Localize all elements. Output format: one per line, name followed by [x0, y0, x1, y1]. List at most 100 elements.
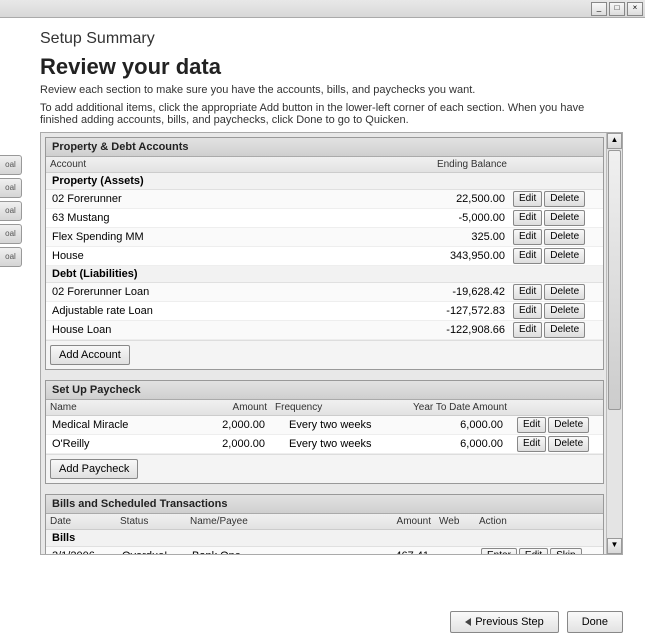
property-debt-panel: Property & Debt Accounts Account Ending …: [45, 137, 604, 370]
account-name: 63 Mustang: [46, 211, 401, 225]
paycheck-frequency: Every two weeks: [271, 437, 391, 451]
account-name: 02 Forerunner Loan: [46, 285, 401, 299]
delete-button[interactable]: Delete: [544, 229, 585, 245]
paycheck-frequency: Every two weeks: [271, 418, 391, 432]
edit-button[interactable]: Edit: [513, 248, 542, 264]
paycheck-row: Medical Miracle 2,000.00 Every two weeks…: [46, 416, 603, 435]
previous-step-label: Previous Step: [475, 616, 543, 628]
triangle-left-icon: [465, 618, 471, 626]
edit-button[interactable]: Edit: [517, 436, 546, 452]
edit-button[interactable]: Edit: [513, 229, 542, 245]
edit-button[interactable]: Edit: [513, 303, 542, 319]
delete-button[interactable]: Delete: [548, 436, 589, 452]
account-balance: 343,950.00: [401, 249, 511, 263]
paycheck-amount: 2,000.00: [191, 437, 271, 451]
edit-button[interactable]: Edit: [513, 322, 542, 338]
account-name: 02 Forerunner: [46, 192, 401, 206]
bill-payee: Bank One: [186, 549, 355, 555]
account-row: Adjustable rate Loan -127,572.83 EditDel…: [46, 302, 603, 321]
edit-button[interactable]: Edit: [513, 191, 542, 207]
account-name: Flex Spending MM: [46, 230, 401, 244]
account-name: House: [46, 249, 401, 263]
paycheck-row: O'Reilly 2,000.00 Every two weeks 6,000.…: [46, 435, 603, 454]
bills-subheader: Bills: [46, 530, 603, 547]
delete-button[interactable]: Delete: [548, 417, 589, 433]
side-tab[interactable]: oal: [0, 178, 22, 198]
previous-step-button[interactable]: Previous Step: [450, 611, 558, 633]
window-titlebar: _ □ ×: [0, 0, 645, 18]
bills-panel: Bills and Scheduled Transactions Date St…: [45, 494, 604, 555]
maximize-button[interactable]: □: [609, 2, 625, 16]
delete-button[interactable]: Delete: [544, 210, 585, 226]
scroll-thumb[interactable]: [608, 150, 621, 410]
account-balance: -19,628.42: [401, 285, 511, 299]
side-tab[interactable]: oal: [0, 155, 22, 175]
side-tab[interactable]: oal: [0, 224, 22, 244]
delete-button[interactable]: Delete: [544, 191, 585, 207]
delete-button[interactable]: Delete: [544, 303, 585, 319]
col-date: Date: [46, 514, 116, 529]
panel-header: Bills and Scheduled Transactions: [46, 495, 603, 514]
account-row: 63 Mustang -5,000.00 EditDelete: [46, 209, 603, 228]
close-button[interactable]: ×: [627, 2, 643, 16]
bill-date: 3/1/2006: [46, 549, 116, 555]
paycheck-name: Medical Miracle: [46, 418, 191, 432]
delete-button[interactable]: Delete: [544, 322, 585, 338]
paycheck-ytd: 6,000.00: [391, 418, 511, 432]
skip-button[interactable]: Skip: [550, 548, 581, 555]
delete-button[interactable]: Delete: [544, 248, 585, 264]
account-row: Flex Spending MM 325.00 EditDelete: [46, 228, 603, 247]
col-name: Name: [46, 400, 191, 415]
scroll-down-button[interactable]: ▼: [607, 538, 622, 554]
accounts-grid-header: Account Ending Balance: [46, 157, 603, 173]
edit-button[interactable]: Edit: [513, 210, 542, 226]
side-tab[interactable]: oal: [0, 201, 22, 221]
col-frequency: Frequency: [271, 400, 391, 415]
account-row: House 343,950.00 EditDelete: [46, 247, 603, 266]
page-subtitle: Setup Summary: [40, 30, 623, 48]
page-title: Review your data: [40, 54, 623, 80]
panel-header: Set Up Paycheck: [46, 381, 603, 400]
enter-button[interactable]: Enter: [481, 548, 517, 555]
col-ytd: Year To Date Amount: [391, 400, 511, 415]
account-row: 02 Forerunner Loan -19,628.42 EditDelete: [46, 283, 603, 302]
account-row: 02 Forerunner 22,500.00 EditDelete: [46, 190, 603, 209]
page-desc-1: Review each section to make sure you hav…: [40, 84, 623, 96]
minimize-button[interactable]: _: [591, 2, 607, 16]
content-scroll-area: Property & Debt Accounts Account Ending …: [40, 132, 623, 555]
add-account-button[interactable]: Add Account: [50, 345, 130, 365]
account-balance: -5,000.00: [401, 211, 511, 225]
account-row: House Loan -122,908.66 EditDelete: [46, 321, 603, 340]
account-balance: -122,908.66: [401, 323, 511, 337]
account-balance: 22,500.00: [401, 192, 511, 206]
wizard-footer: Previous Step Done: [450, 611, 623, 633]
paycheck-panel: Set Up Paycheck Name Amount Frequency Ye…: [45, 380, 604, 484]
bill-row: 3/1/2006 Overdue! Bank One -467.41 Enter…: [46, 547, 603, 555]
vertical-scrollbar[interactable]: ▲ ▼: [606, 133, 622, 554]
delete-button[interactable]: Delete: [544, 284, 585, 300]
edit-button[interactable]: Edit: [519, 548, 548, 555]
done-button[interactable]: Done: [567, 611, 623, 633]
account-name: House Loan: [46, 323, 401, 337]
page-desc-2: To add additional items, click the appro…: [40, 102, 623, 126]
account-balance: 325.00: [401, 230, 511, 244]
col-balance: Ending Balance: [401, 157, 511, 172]
paycheck-name: O'Reilly: [46, 437, 191, 451]
bills-grid-header: Date Status Name/Payee Amount Web Action: [46, 514, 603, 530]
add-paycheck-button[interactable]: Add Paycheck: [50, 459, 138, 479]
liabilities-subheader: Debt (Liabilities): [46, 266, 603, 283]
account-name: Adjustable rate Loan: [46, 304, 401, 318]
account-balance: -127,572.83: [401, 304, 511, 318]
col-web: Web: [435, 514, 475, 529]
edit-button[interactable]: Edit: [517, 417, 546, 433]
scroll-up-button[interactable]: ▲: [607, 133, 622, 149]
paycheck-amount: 2,000.00: [191, 418, 271, 432]
col-action: Action: [475, 514, 603, 529]
paycheck-ytd: 6,000.00: [391, 437, 511, 451]
side-tab[interactable]: oal: [0, 247, 22, 267]
col-status: Status: [116, 514, 186, 529]
side-tabs: oal oal oal oal oal: [0, 155, 22, 270]
edit-button[interactable]: Edit: [513, 284, 542, 300]
panel-header: Property & Debt Accounts: [46, 138, 603, 157]
col-account: Account: [46, 157, 401, 172]
